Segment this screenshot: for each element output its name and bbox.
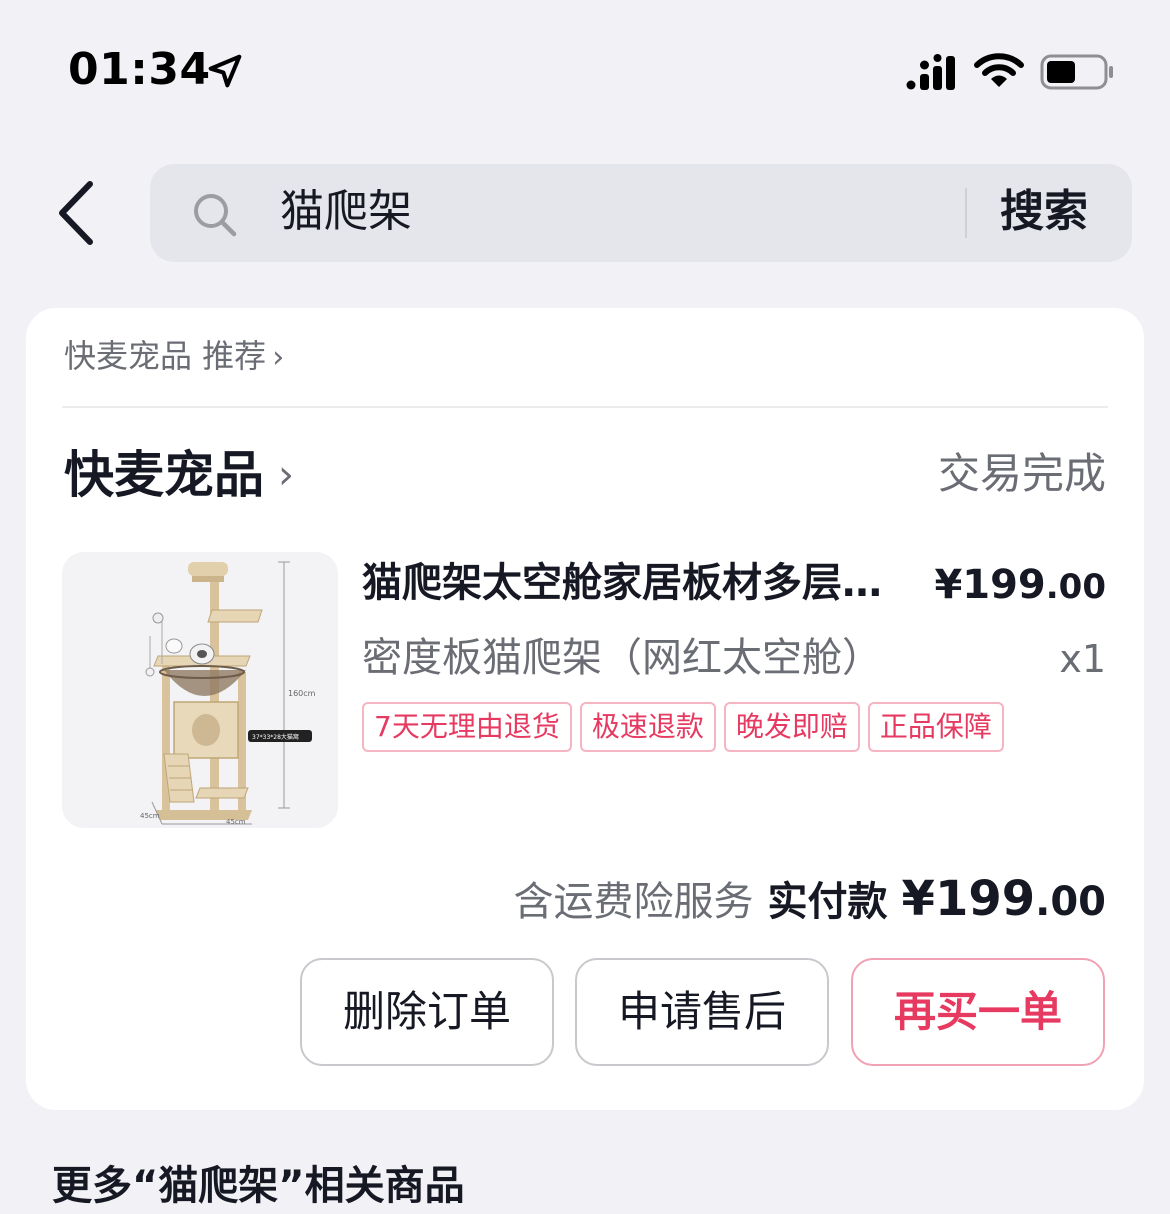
width-caption-right: 45cm [226, 818, 246, 826]
search-divider [965, 188, 967, 238]
battery-icon [1040, 54, 1113, 90]
cellular-signal-icon [906, 54, 955, 90]
shop-recommendation-link[interactable]: 快麦宠品 推荐 › [64, 334, 284, 380]
chevron-right-icon: › [278, 452, 294, 498]
after-sale-button[interactable]: 申请售后 [575, 958, 829, 1066]
product-title[interactable]: 猫爬架太空舱家居板材多层豪华别墅 [362, 556, 907, 610]
shop-name: 快麦宠品 [64, 446, 264, 504]
service-tags: 7天无理由退货 极速退款 晚发即赔 正品保障 [362, 702, 1004, 752]
price-integer: ¥199 [934, 562, 1046, 608]
product-image[interactable]: 160cm 37*33*28大猫窝 45cm 45cm [62, 552, 338, 828]
recommendation-label: 快麦宠品 推荐 [64, 337, 267, 375]
tag-late-compensation: 晚发即赔 [723, 702, 860, 752]
location-arrow-icon [208, 54, 242, 88]
order-status: 交易完成 [937, 449, 1106, 498]
shipping-insurance-note: 含运费险服务 [513, 879, 754, 925]
search-bar[interactable]: 猫爬架 搜索 [150, 164, 1132, 262]
search-input[interactable]: 猫爬架 [280, 184, 412, 240]
divider [62, 406, 1108, 408]
paid-label: 实付款 [767, 879, 888, 925]
cabin-caption: 37*33*28大猫窝 [252, 733, 299, 741]
product-quantity: x1 [1059, 637, 1106, 681]
paid-integer: ¥199 [901, 871, 1036, 927]
tag-authentic: 正品保障 [867, 702, 1004, 752]
tag-fast-refund: 极速退款 [579, 702, 716, 752]
product-spec: 密度板猫爬架（网红太空舱） [362, 635, 882, 681]
shop-name-link[interactable]: 快麦宠品 › [64, 444, 294, 506]
order-card: 快麦宠品 推荐 › 快麦宠品 › 交易完成 160cm 37*33*28大猫窝 … [26, 308, 1144, 1110]
back-chevron-icon[interactable] [54, 180, 104, 246]
width-caption-left: 45cm [140, 812, 160, 820]
search-button[interactable]: 搜索 [1000, 184, 1088, 240]
related-products-heading: 更多“猫爬架”相关商品 [52, 1163, 465, 1209]
buy-again-button[interactable]: 再买一单 [851, 958, 1105, 1066]
chevron-right-icon: › [272, 340, 285, 375]
cat-tree-illustration: 160cm 37*33*28大猫窝 45cm 45cm [62, 552, 338, 828]
order-total: 含运费险服务 实付款 ¥199.00 [514, 868, 1106, 941]
paid-amount: ¥199.00 [902, 871, 1106, 927]
product-price: ¥199.00 [934, 558, 1106, 614]
height-caption: 160cm [288, 689, 316, 698]
tag-return: 7天无理由退货 [362, 702, 572, 752]
status-time: 01:34 [68, 44, 211, 95]
search-icon [194, 194, 237, 237]
paid-decimal: .00 [1035, 879, 1106, 925]
wifi-icon [974, 53, 1024, 87]
delete-order-button[interactable]: 删除订单 [300, 958, 554, 1066]
price-decimal: .00 [1045, 567, 1106, 607]
status-bar: 01:34 [0, 0, 1170, 140]
